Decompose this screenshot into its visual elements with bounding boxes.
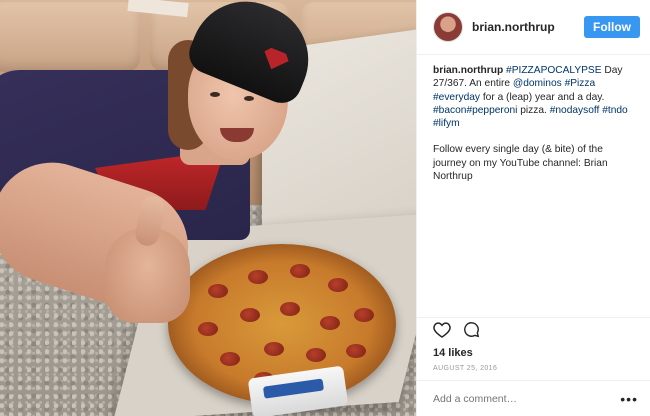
hashtag-pepperoni[interactable]: #pepperoni [466,105,517,116]
more-options-icon[interactable]: ••• [620,391,638,407]
comment-row: ••• [417,380,650,416]
caption-paragraph-2: Follow every single day (& bite) of the … [433,144,608,183]
instagram-post: brian.northrup Follow brian.northrup #PI… [0,0,650,416]
likes-count[interactable]: 14 likes [417,345,650,359]
caption-text: pizza. [517,104,550,116]
hashtag-bacon[interactable]: #bacon [433,105,466,116]
mention-dominos[interactable]: @dominos [513,78,562,89]
caption-text: for a (leap) year and a day. [480,91,605,103]
caption-username[interactable]: brian.northrup [433,65,503,76]
post-date[interactable]: AUGUST 25, 2016 [417,359,650,380]
eye-right [244,96,254,101]
caption: brian.northrup #PIZZAPOCALYPSE Day 27/36… [417,55,650,317]
post-sidebar: brian.northrup Follow brian.northrup #PI… [416,0,650,416]
header-username[interactable]: brian.northrup [472,20,584,34]
action-bar [417,317,650,345]
post-header: brian.northrup Follow [417,0,650,55]
hashtag-lifym[interactable]: #lifym [433,118,460,129]
hashtag-tndo[interactable]: #tndo [602,105,628,116]
post-photo[interactable] [0,0,416,416]
hashtag-nodaysoff[interactable]: #nodaysoff [550,105,600,116]
hashtag-pizza[interactable]: #Pizza [565,78,596,89]
hashtag-pizzapocalypse[interactable]: #PIZZAPOCALYPSE [506,65,602,76]
avatar[interactable] [433,12,463,42]
comment-input[interactable] [433,392,621,405]
caption-paragraph-1: brian.northrup #PIZZAPOCALYPSE Day 27/36… [433,64,638,130]
sauce-label [262,378,325,399]
comment-icon[interactable] [463,321,480,343]
heart-icon[interactable] [433,321,451,343]
hashtag-everyday[interactable]: #everyday [433,92,480,103]
follow-button[interactable]: Follow [584,16,640,38]
eye-left [210,92,220,97]
